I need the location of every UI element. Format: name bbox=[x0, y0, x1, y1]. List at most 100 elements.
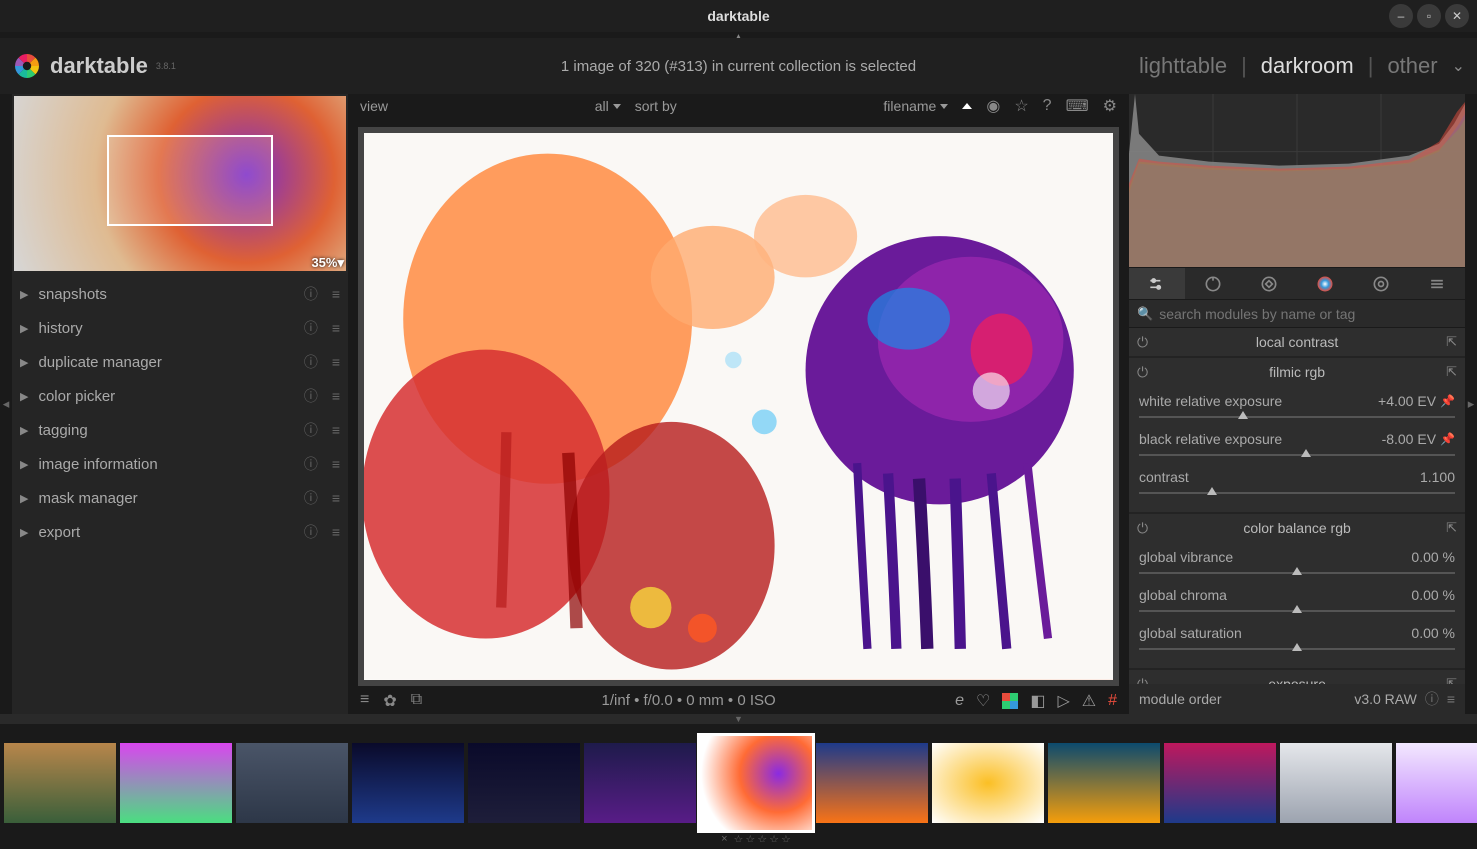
thumbnail[interactable] bbox=[120, 743, 232, 823]
help-icon[interactable]: ? bbox=[1043, 97, 1052, 115]
right-panel-handle[interactable]: ▸ bbox=[1465, 94, 1477, 714]
multi-instance-icon[interactable]: ⇱ bbox=[1446, 334, 1457, 350]
maximize-button[interactable]: ▫ bbox=[1417, 4, 1441, 28]
thumbnail[interactable] bbox=[352, 743, 464, 823]
reset-icon[interactable]: ⓘ bbox=[304, 284, 318, 304]
left-module-tagging[interactable]: ▶taggingⓘ≡ bbox=[12, 413, 348, 447]
reset-icon[interactable]: ⓘ bbox=[304, 386, 318, 406]
module-tab-correct[interactable] bbox=[1353, 268, 1409, 299]
bulb-icon[interactable]: ♡ bbox=[976, 691, 990, 711]
quick-access-icon[interactable]: ≡ bbox=[360, 691, 369, 711]
tab-darkroom[interactable]: darkroom bbox=[1261, 53, 1354, 79]
module-tab-base[interactable] bbox=[1185, 268, 1241, 299]
presets-icon[interactable]: ≡ bbox=[332, 320, 340, 336]
slider[interactable] bbox=[1139, 412, 1455, 422]
left-module-export[interactable]: ▶exportⓘ≡ bbox=[12, 515, 348, 549]
module-tab-tone[interactable] bbox=[1241, 268, 1297, 299]
left-module-duplicate-manager[interactable]: ▶duplicate managerⓘ≡ bbox=[12, 345, 348, 379]
sort-field-dropdown[interactable]: filename bbox=[883, 98, 948, 114]
filmstrip-handle[interactable]: ▼ bbox=[0, 714, 1477, 724]
thumbnail[interactable] bbox=[468, 743, 580, 823]
thumbnail[interactable] bbox=[584, 743, 696, 823]
multi-instance-icon[interactable]: ⇱ bbox=[1446, 676, 1457, 684]
slider[interactable] bbox=[1139, 644, 1455, 654]
slider[interactable] bbox=[1139, 450, 1455, 460]
grouping-icon[interactable]: ◉ bbox=[986, 96, 1000, 116]
left-module-image-information[interactable]: ▶image informationⓘ≡ bbox=[12, 447, 348, 481]
star-icon[interactable]: ☆ bbox=[1014, 96, 1028, 116]
close-button[interactable]: ✕ bbox=[1445, 4, 1469, 28]
reset-icon[interactable]: ⓘ bbox=[304, 420, 318, 440]
reset-icon[interactable]: ⓘ bbox=[304, 488, 318, 508]
thumbnail-rating[interactable]: ×☆☆☆☆☆ bbox=[700, 833, 812, 842]
multi-instance-icon[interactable]: ⇱ bbox=[1446, 520, 1457, 536]
thumbnail[interactable]: ×☆☆☆☆☆ bbox=[700, 736, 812, 830]
reset-icon[interactable]: ⓘ bbox=[304, 352, 318, 372]
thumbnail[interactable] bbox=[1164, 743, 1276, 823]
presets-icon[interactable]: ≡ bbox=[332, 490, 340, 506]
keyboard-icon[interactable]: ⌨ bbox=[1066, 96, 1089, 116]
sort-direction-icon[interactable] bbox=[962, 103, 972, 109]
gamut-check-icon[interactable] bbox=[1002, 693, 1018, 709]
styles-icon[interactable]: ✿ bbox=[383, 691, 396, 711]
module-tab-quick[interactable] bbox=[1129, 268, 1185, 299]
module-tab-menu[interactable] bbox=[1409, 268, 1465, 299]
presets-icon[interactable]: ≡ bbox=[332, 456, 340, 472]
second-window-icon[interactable]: ⧉ bbox=[411, 691, 422, 711]
thumbnail[interactable] bbox=[932, 743, 1044, 823]
picker-icon[interactable]: 📌 bbox=[1440, 432, 1455, 446]
power-icon[interactable]: ⏻ bbox=[1137, 334, 1148, 351]
module-header[interactable]: ⏻exposure⇱ bbox=[1129, 670, 1465, 684]
tab-other[interactable]: other bbox=[1387, 53, 1437, 79]
tab-lighttable[interactable]: lighttable bbox=[1139, 53, 1227, 79]
left-module-color-picker[interactable]: ▶color pickerⓘ≡ bbox=[12, 379, 348, 413]
power-icon[interactable]: ⏻ bbox=[1137, 364, 1148, 381]
presets-icon[interactable]: ≡ bbox=[332, 388, 340, 404]
view-menu-chevron-icon[interactable]: ⌄ bbox=[1452, 56, 1465, 76]
slider[interactable] bbox=[1139, 606, 1455, 616]
module-tab-color[interactable] bbox=[1297, 268, 1353, 299]
module-header[interactable]: ⏻filmic rgb⇱ bbox=[1129, 358, 1465, 386]
raw-overexposed-icon[interactable]: ▷ bbox=[1057, 691, 1069, 711]
view-label[interactable]: view bbox=[360, 98, 388, 114]
reset-icon[interactable]: ⓘ bbox=[304, 454, 318, 474]
navigation-preview[interactable]: 35%▾ bbox=[14, 96, 346, 271]
softproof-icon[interactable]: ◧ bbox=[1030, 691, 1045, 711]
slider[interactable] bbox=[1139, 568, 1455, 578]
picker-icon[interactable]: 📌 bbox=[1440, 394, 1455, 408]
presets-icon[interactable]: ≡ bbox=[332, 286, 340, 302]
multi-instance-icon[interactable]: ⇱ bbox=[1446, 364, 1457, 380]
thumbnail[interactable] bbox=[236, 743, 348, 823]
presets-icon[interactable]: ≡ bbox=[332, 354, 340, 370]
guides-icon[interactable]: # bbox=[1108, 692, 1117, 710]
module-order-reset-icon[interactable]: ⓘ bbox=[1425, 689, 1439, 709]
thumbnail[interactable] bbox=[1396, 743, 1477, 823]
left-module-snapshots[interactable]: ▶snapshotsⓘ≡ bbox=[12, 277, 348, 311]
reset-icon[interactable]: ⓘ bbox=[304, 318, 318, 338]
thumbnail[interactable] bbox=[4, 743, 116, 823]
nav-preview-frame[interactable] bbox=[107, 135, 273, 226]
histogram[interactable] bbox=[1129, 94, 1465, 268]
iso12646-icon[interactable]: e bbox=[955, 692, 964, 710]
zoom-label[interactable]: 35%▾ bbox=[311, 255, 344, 271]
thumbnail[interactable] bbox=[1280, 743, 1392, 823]
image-canvas[interactable] bbox=[358, 127, 1119, 686]
thumbnail[interactable] bbox=[816, 743, 928, 823]
gear-icon[interactable]: ⚙ bbox=[1103, 96, 1117, 116]
power-icon[interactable]: ⏻ bbox=[1137, 676, 1148, 685]
minimize-button[interactable]: – bbox=[1389, 4, 1413, 28]
left-module-mask-manager[interactable]: ▶mask managerⓘ≡ bbox=[12, 481, 348, 515]
reset-icon[interactable]: ⓘ bbox=[304, 522, 318, 542]
presets-icon[interactable]: ≡ bbox=[332, 524, 340, 540]
module-order-menu-icon[interactable]: ≡ bbox=[1447, 691, 1455, 707]
module-header[interactable]: ⏻color balance rgb⇱ bbox=[1129, 514, 1465, 542]
presets-icon[interactable]: ≡ bbox=[332, 422, 340, 438]
overexposed-icon[interactable]: ⚠ bbox=[1082, 691, 1096, 711]
thumbnail[interactable] bbox=[1048, 743, 1160, 823]
module-header[interactable]: ⏻local contrast⇱ bbox=[1129, 328, 1465, 356]
slider[interactable] bbox=[1139, 488, 1455, 498]
module-order-row[interactable]: module order v3.0 RAW ⓘ ≡ bbox=[1129, 684, 1465, 714]
left-module-history[interactable]: ▶historyⓘ≡ bbox=[12, 311, 348, 345]
power-icon[interactable]: ⏻ bbox=[1137, 520, 1148, 537]
left-panel-handle[interactable]: ◂ bbox=[0, 94, 12, 714]
